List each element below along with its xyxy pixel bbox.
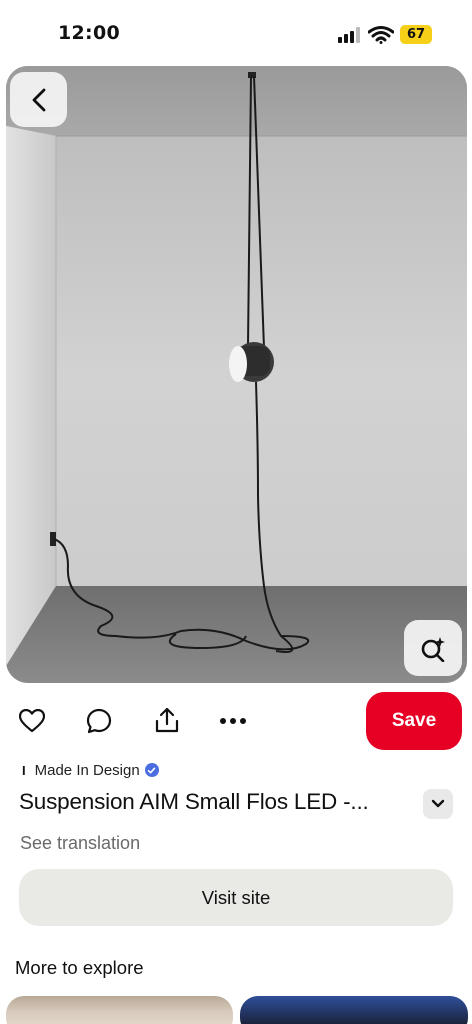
more-options-button[interactable] [218,706,248,736]
see-translation-link[interactable]: See translation [20,833,140,854]
chevron-down-icon [431,799,445,808]
pin-source[interactable]: I Made In Design [22,760,159,780]
comment-button[interactable] [84,706,114,736]
visit-site-button[interactable]: Visit site [19,869,453,926]
ellipsis-icon [220,718,246,724]
share-button[interactable] [152,705,182,735]
chevron-left-icon [32,88,45,111]
like-button[interactable] [17,706,47,736]
signal-icon [338,27,360,43]
back-button[interactable] [10,72,67,127]
source-name[interactable]: Made In Design [35,762,140,779]
heart-icon [19,709,45,733]
status-time: 12:00 [58,22,120,44]
save-button[interactable]: Save [366,692,462,750]
wifi-icon [368,26,394,44]
pin-title: Suspension AIM Small Flos LED -... [19,789,369,814]
explore-pin-thumbnail[interactable] [6,996,233,1024]
explore-pin-thumbnail[interactable] [240,996,468,1024]
share-icon [155,707,179,733]
lens-search-icon [421,637,445,662]
comment-icon [86,708,112,734]
visual-search-button[interactable] [404,620,462,676]
pendant-lamp-photo [6,66,467,683]
expand-description-button[interactable] [423,789,453,819]
source-logo: I [22,762,26,778]
battery-indicator: 67 [400,25,432,44]
status-bar: 12:00 67 [0,0,472,64]
verified-badge-icon [144,763,159,777]
more-to-explore-heading: More to explore [15,957,144,978]
pin-image[interactable] [6,66,467,683]
pin-actions: Save [0,690,472,754]
